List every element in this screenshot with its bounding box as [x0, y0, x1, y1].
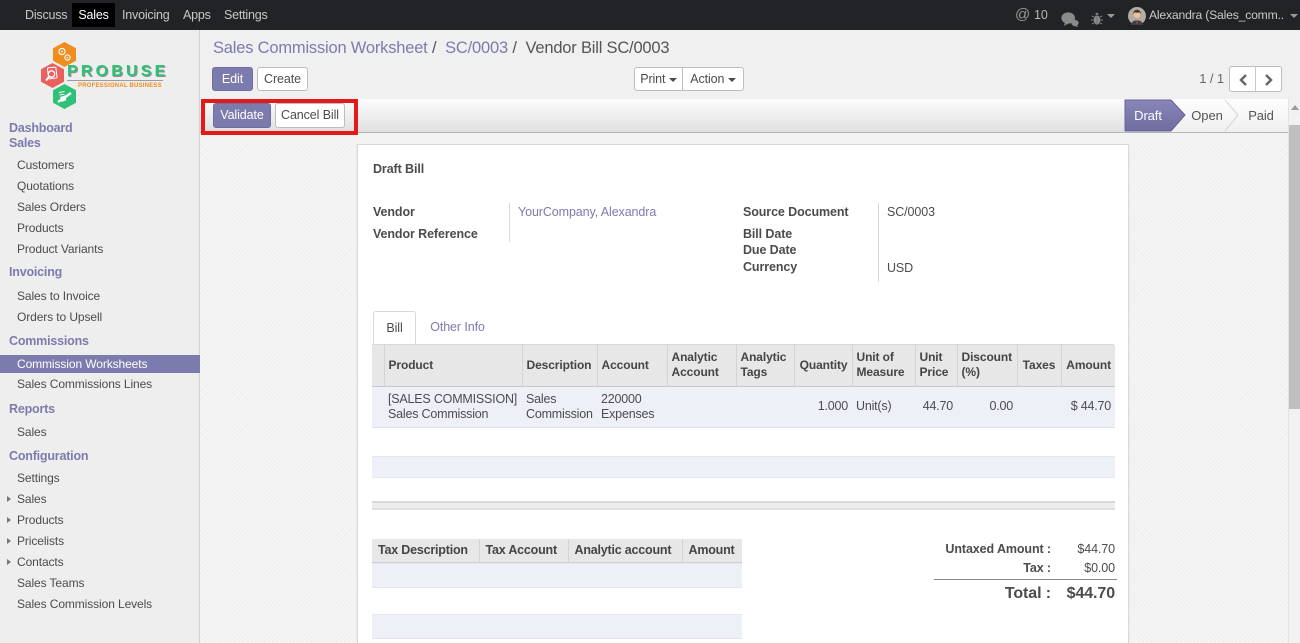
- svg-text:Open: Open: [1191, 108, 1222, 123]
- svg-text:Paid: Paid: [1248, 108, 1274, 123]
- svg-text:Draft: Draft: [1134, 108, 1162, 123]
